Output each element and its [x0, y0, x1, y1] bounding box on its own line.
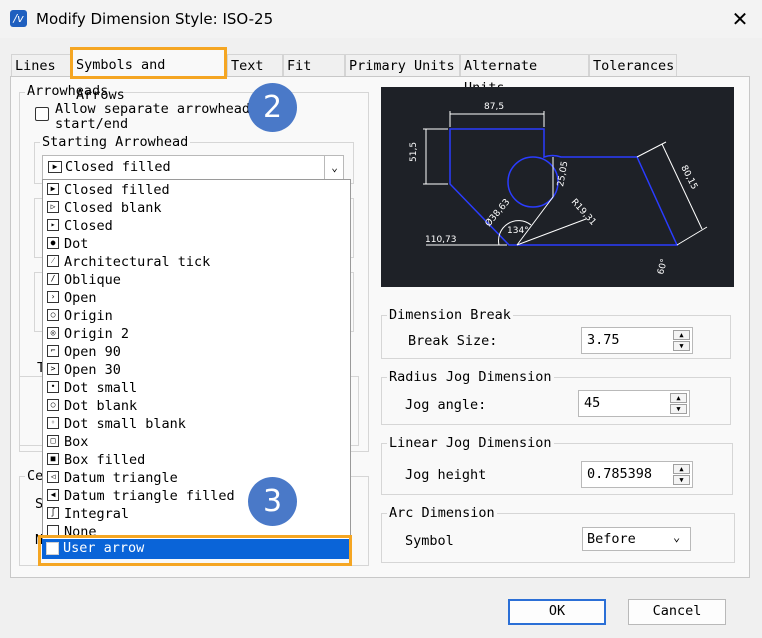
dot-blank-icon: ○: [47, 399, 59, 411]
list-item[interactable]: ◁ Datum triangle: [43, 469, 343, 487]
dot-icon: ●: [47, 237, 59, 249]
dimension-preview: 87,5 51,5 80,15 25,05 Ø38,63 R19,31 134°…: [381, 87, 734, 287]
open-90-icon: ⌐: [47, 345, 59, 357]
integral-icon: ∫: [47, 507, 59, 519]
list-item[interactable]: ● Dot: [43, 235, 343, 253]
architectural-tick-icon: ⁄: [47, 255, 59, 267]
preview-dim-left: 51,5: [409, 142, 419, 162]
list-item[interactable]: ◀ Datum triangle filled: [43, 487, 343, 505]
list-item[interactable]: ○ Origin: [43, 307, 343, 325]
list-item[interactable]: ⁄ Architectural tick: [43, 253, 343, 271]
ok-button[interactable]: OK: [508, 599, 606, 625]
datum-triangle-filled-icon: ◀: [47, 489, 59, 501]
list-item[interactable]: ◦ Dot small blank: [43, 415, 343, 433]
close-icon[interactable]: ✕: [726, 6, 754, 32]
tab-symbols-and-arrows[interactable]: Symbols and Arrows: [70, 47, 227, 103]
list-item[interactable]: ▷ Closed blank: [43, 199, 343, 217]
oblique-icon: /: [47, 273, 59, 285]
list-item[interactable]: / Oblique: [43, 271, 343, 289]
list-item[interactable]: ⌐ Open 90: [43, 343, 343, 361]
tab-primary-units[interactable]: Primary Units: [345, 54, 460, 76]
starting-arrowhead-label: Starting Arrowhead: [40, 134, 191, 150]
arc-dimension-label: Arc Dimension: [387, 505, 497, 521]
arc-symbol-label: Symbol: [405, 533, 454, 549]
spin-up-icon[interactable]: ▲: [673, 330, 690, 340]
break-size-label: Break Size:: [408, 333, 498, 349]
preview-drawing: 87,5 51,5 80,15 25,05 Ø38,63 R19,31 134°…: [409, 102, 708, 276]
step-badge-2: 2: [248, 83, 297, 132]
list-item[interactable]: ∫ Integral: [43, 505, 343, 523]
jog-height-label: Jog height: [405, 467, 487, 483]
list-item[interactable]: □ Box: [43, 433, 343, 451]
list-item[interactable]: ◎ Origin 2: [43, 325, 343, 343]
highlight-box-user-arrow: [38, 535, 352, 566]
list-item[interactable]: ○ Dot blank: [43, 397, 343, 415]
linear-jog-label: Linear Jog Dimension: [387, 435, 554, 451]
closed-filled-icon: ▶: [47, 183, 59, 195]
chevron-down-icon[interactable]: ⌄: [324, 156, 344, 179]
dot-small-icon: •: [47, 381, 59, 393]
spin-down-icon[interactable]: ▼: [673, 341, 690, 351]
cancel-button[interactable]: Cancel: [628, 599, 726, 625]
arrowhead-dropdown-list[interactable]: ▶ Closed filled ▷ Closed blank ▸ Closed ● Do…: [42, 179, 351, 540]
preview-dim-right: 80,15: [678, 164, 699, 191]
jog-height-input[interactable]: 0.785398 ▲ ▼: [581, 461, 693, 488]
closed-blank-icon: ▷: [47, 201, 59, 213]
spin-up-icon[interactable]: ▲: [670, 393, 687, 403]
window-title: Modify Dimension Style: ISO-25: [36, 10, 274, 28]
jog-angle-input[interactable]: 45 ▲ ▼: [578, 390, 690, 417]
chevron-down-icon: ⌄: [673, 530, 681, 544]
preview-dim-bottom-right: 60°: [656, 258, 670, 276]
dot-small-blank-icon: ◦: [47, 417, 59, 429]
tab-lines[interactable]: Lines: [11, 54, 71, 76]
spin-down-icon[interactable]: ▼: [670, 404, 687, 414]
preview-dim-mid: 25,05: [556, 160, 570, 187]
tab-text[interactable]: Text: [227, 54, 283, 76]
list-item[interactable]: > Open 30: [43, 361, 343, 379]
closed-icon: ▸: [47, 219, 59, 231]
step-badge-3: 3: [248, 477, 297, 526]
preview-dim-bottom-left: 110,73: [425, 235, 457, 245]
list-item[interactable]: ▶ Closed filled: [43, 181, 343, 199]
preview-dim-angle: 134°: [507, 226, 529, 236]
starting-arrowhead-value: Closed filled: [65, 159, 171, 175]
closed-filled-icon: ▶: [48, 161, 62, 173]
preview-dim-radius: R19,31: [569, 197, 598, 227]
tab-tolerances[interactable]: Tolerances: [589, 54, 677, 76]
open-30-icon: >: [47, 363, 59, 375]
break-size-input[interactable]: 3.75 ▲ ▼: [581, 327, 693, 354]
spin-up-icon[interactable]: ▲: [673, 464, 690, 474]
arc-symbol-select[interactable]: Before ⌄: [582, 527, 691, 551]
list-item[interactable]: › Open: [43, 289, 343, 307]
app-icon: /v: [10, 10, 27, 27]
radius-jog-label: Radius Jog Dimension: [387, 369, 554, 385]
jog-angle-label: Jog angle:: [405, 397, 487, 413]
list-item[interactable]: • Dot small: [43, 379, 343, 397]
allow-separate-label-line2: start/end: [55, 116, 129, 132]
preview-dim-top: 87,5: [484, 102, 504, 112]
list-item[interactable]: ▸ Closed: [43, 217, 343, 235]
open-icon: ›: [47, 291, 59, 303]
box-icon: □: [47, 435, 59, 447]
tab-alternate-units[interactable]: Alternate Units: [460, 54, 589, 96]
spin-down-icon[interactable]: ▼: [673, 475, 690, 485]
dimension-break-label: Dimension Break: [387, 307, 513, 323]
origin-2-icon: ◎: [47, 327, 59, 339]
list-item[interactable]: ■ Box filled: [43, 451, 343, 469]
starting-arrowhead-select[interactable]: ▶ Closed filled ⌄: [42, 155, 344, 180]
datum-triangle-icon: ◁: [47, 471, 59, 483]
tab-fit[interactable]: Fit: [283, 54, 345, 76]
box-filled-icon: ■: [47, 453, 59, 465]
allow-separate-checkbox[interactable]: [35, 107, 49, 121]
origin-icon: ○: [47, 309, 59, 321]
